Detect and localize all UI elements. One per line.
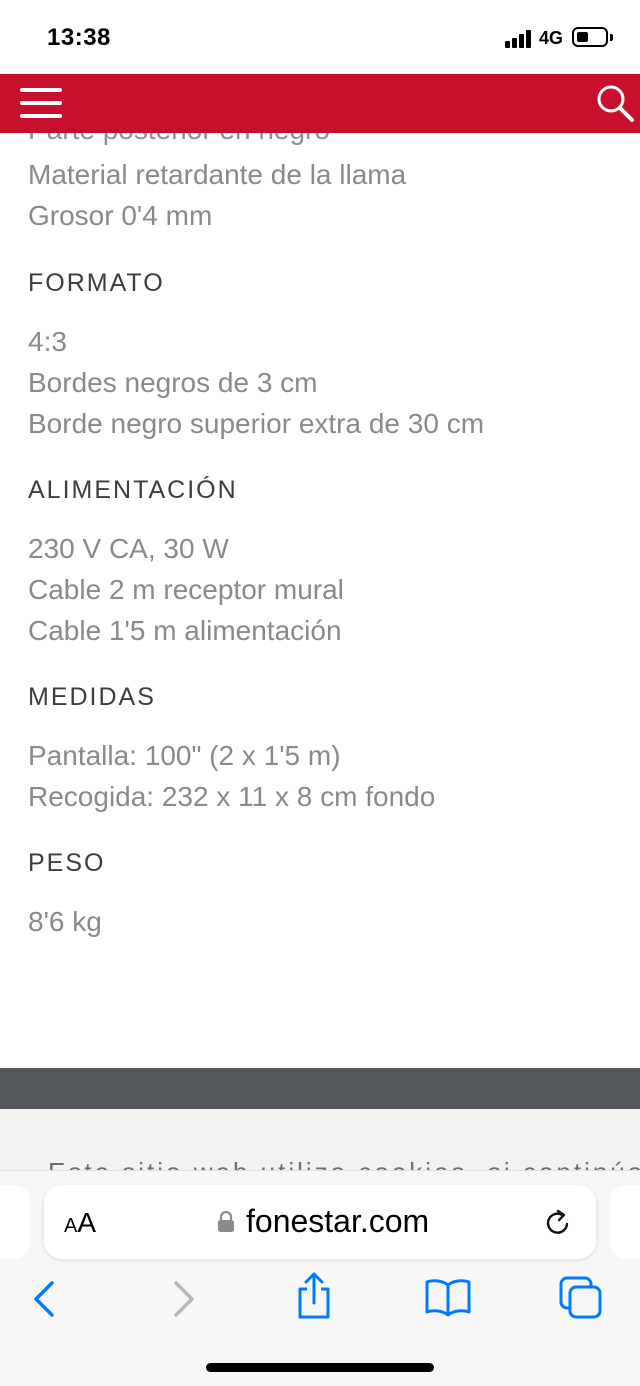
- spec-line: 230 V CA, 30 W: [28, 533, 229, 564]
- search-icon[interactable]: [594, 82, 636, 124]
- bookmarks-icon[interactable]: [424, 1277, 472, 1317]
- reload-icon[interactable]: [542, 1207, 574, 1239]
- status-time: 13:38: [47, 24, 111, 51]
- spec-line: Borde negro superior extra de 30 cm: [28, 408, 485, 439]
- section-title-peso: PESO: [28, 849, 106, 877]
- section-title-medidas: MEDIDAS: [28, 683, 156, 711]
- site-header: [0, 74, 640, 133]
- share-icon[interactable]: [294, 1271, 334, 1321]
- browser-toolbar: AA fonestar.com: [0, 1170, 640, 1386]
- spec-line: Pantalla: 100" (2 x 1'5 m): [28, 740, 341, 771]
- hamburger-menu-icon[interactable]: [20, 88, 62, 118]
- back-icon[interactable]: [30, 1279, 60, 1319]
- status-bar: 13:38 4G: [0, 0, 640, 74]
- spec-line: Recogida: 232 x 11 x 8 cm fondo: [28, 781, 436, 812]
- address-bar[interactable]: AA fonestar.com: [44, 1185, 596, 1259]
- intro-lines: Material retardante de la llama Grosor 0…: [28, 154, 406, 236]
- spec-line: Cable 2 m receptor mural: [28, 574, 344, 605]
- spec-line: 4:3: [28, 326, 67, 357]
- battery-cap: [610, 34, 613, 41]
- lock-icon: [218, 1211, 234, 1232]
- section-lines-alimentacion: 230 V CA, 30 W Cable 2 m receptor mural …: [28, 528, 344, 651]
- spec-line: Bordes negros de 3 cm: [28, 367, 318, 398]
- footer-dark-band: [0, 1068, 640, 1109]
- section-lines-medidas: Pantalla: 100" (2 x 1'5 m) Recogida: 232…: [28, 735, 435, 817]
- home-indicator: [206, 1363, 434, 1372]
- previous-tab-pill[interactable]: [0, 1185, 30, 1259]
- next-tab-pill[interactable]: [610, 1185, 640, 1259]
- forward-icon[interactable]: [168, 1279, 198, 1319]
- spec-line: Material retardante de la llama: [28, 159, 407, 190]
- tabs-icon[interactable]: [558, 1275, 604, 1321]
- section-title-alimentacion: ALIMENTACIÓN: [28, 476, 238, 504]
- section-lines-formato: 4:3 Bordes negros de 3 cm Borde negro su…: [28, 321, 484, 444]
- cellular-signal-icon: [505, 30, 535, 48]
- battery-icon: [572, 27, 608, 47]
- text-size-button[interactable]: AA: [64, 1207, 96, 1239]
- spec-line: Grosor 0'4 mm: [28, 200, 213, 231]
- spec-line: 8'6 kg: [28, 906, 102, 937]
- url-text[interactable]: fonestar.com: [246, 1203, 429, 1240]
- spec-line: Cable 1'5 m alimentación: [28, 615, 342, 646]
- section-title-formato: FORMATO: [28, 269, 165, 297]
- section-lines-peso: 8'6 kg: [28, 901, 102, 942]
- network-type: 4G: [539, 28, 564, 48]
